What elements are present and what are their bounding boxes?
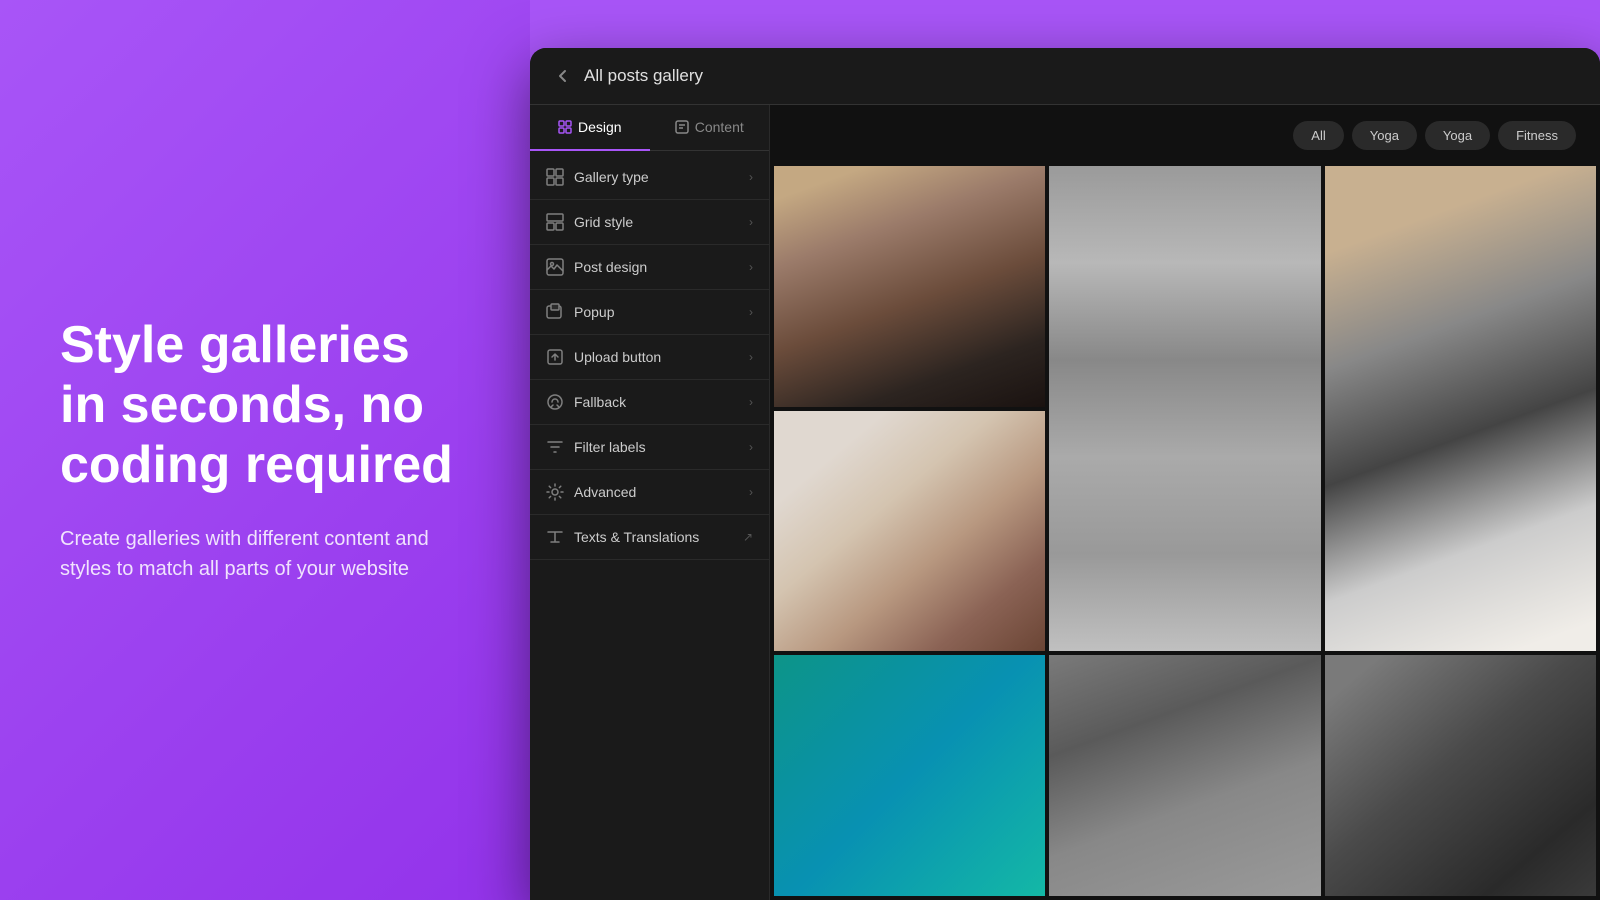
gallery-cell-4[interactable] <box>1325 166 1596 651</box>
main-content: All Yoga Yoga Fitness <box>770 105 1600 900</box>
image-street <box>1049 655 1320 896</box>
tab-design[interactable]: Design <box>530 105 650 151</box>
filter-pill-yoga2[interactable]: Yoga <box>1425 121 1490 150</box>
menu-label-texts-translations: Texts & Translations <box>574 529 733 545</box>
back-button[interactable] <box>554 67 572 85</box>
menu-label-popup: Popup <box>574 304 739 320</box>
gallery-cell-1[interactable] <box>774 166 1045 407</box>
image-dog-laptop <box>774 411 1045 652</box>
gallery-cell-5[interactable] <box>774 655 1045 896</box>
menu-label-filter-labels: Filter labels <box>574 439 739 455</box>
menu-label-gallery-type: Gallery type <box>574 169 739 185</box>
filter-pill-yoga1[interactable]: Yoga <box>1352 121 1417 150</box>
external-link-icon: ↗ <box>743 530 753 544</box>
menu-list: Gallery type › Grid style › <box>530 151 769 900</box>
popup-icon <box>546 303 564 321</box>
content-icon <box>675 120 689 134</box>
gallery-cell-7[interactable] <box>1325 655 1596 896</box>
chevron-right-icon: › <box>749 170 753 184</box>
gallery-cell-3[interactable] <box>774 411 1045 652</box>
left-panel: Style galleries in seconds, no coding re… <box>0 0 530 900</box>
image-teal <box>774 655 1045 896</box>
filter-pill-all[interactable]: All <box>1293 121 1343 150</box>
menu-item-popup[interactable]: Popup › <box>530 290 769 335</box>
settings-icon <box>546 483 564 501</box>
filter-icon <box>546 438 564 456</box>
chevron-right-icon: › <box>749 440 753 454</box>
image-woman-sitting <box>1325 166 1596 651</box>
headline: Style galleries in seconds, no coding re… <box>60 316 470 495</box>
image-portrait <box>1325 655 1596 896</box>
menu-item-advanced[interactable]: Advanced › <box>530 470 769 515</box>
app-body: Design Content <box>530 105 1600 900</box>
fallback-icon <box>546 393 564 411</box>
grid-icon <box>546 168 564 186</box>
menu-item-gallery-type[interactable]: Gallery type › <box>530 155 769 200</box>
chevron-right-icon: › <box>749 485 753 499</box>
subtext: Create galleries with different content … <box>60 524 470 584</box>
design-icon <box>558 120 572 134</box>
menu-label-grid-style: Grid style <box>574 214 739 230</box>
tab-bar: Design Content <box>530 105 769 151</box>
gallery-cell-6[interactable] <box>1049 655 1320 896</box>
filter-bar: All Yoga Yoga Fitness <box>770 105 1600 166</box>
menu-label-post-design: Post design <box>574 259 739 275</box>
menu-item-upload-button[interactable]: Upload button › <box>530 335 769 380</box>
text-icon <box>546 528 564 546</box>
app-window: All posts gallery Design <box>530 48 1600 900</box>
image-woman-curly <box>774 166 1045 407</box>
menu-label-upload-button: Upload button <box>574 349 739 365</box>
image-silver-wall <box>1049 166 1320 651</box>
chevron-right-icon: › <box>749 260 753 274</box>
menu-item-texts-translations[interactable]: Texts & Translations ↗ <box>530 515 769 560</box>
window-title: All posts gallery <box>584 66 703 86</box>
gallery-cell-2[interactable] <box>1049 166 1320 651</box>
chevron-right-icon: › <box>749 395 753 409</box>
gallery-grid <box>770 166 1600 900</box>
menu-item-fallback[interactable]: Fallback › <box>530 380 769 425</box>
chevron-right-icon: › <box>749 215 753 229</box>
menu-label-fallback: Fallback <box>574 394 739 410</box>
filter-pill-fitness[interactable]: Fitness <box>1498 121 1576 150</box>
chevron-right-icon: › <box>749 350 753 364</box>
tab-content[interactable]: Content <box>650 105 770 151</box>
title-bar: All posts gallery <box>530 48 1600 105</box>
menu-item-filter-labels[interactable]: Filter labels › <box>530 425 769 470</box>
upload-icon <box>546 348 564 366</box>
chevron-right-icon: › <box>749 305 753 319</box>
menu-item-grid-style[interactable]: Grid style › <box>530 200 769 245</box>
image-icon <box>546 258 564 276</box>
menu-item-post-design[interactable]: Post design › <box>530 245 769 290</box>
grid2-icon <box>546 213 564 231</box>
sidebar: Design Content <box>530 105 770 900</box>
menu-label-advanced: Advanced <box>574 484 739 500</box>
